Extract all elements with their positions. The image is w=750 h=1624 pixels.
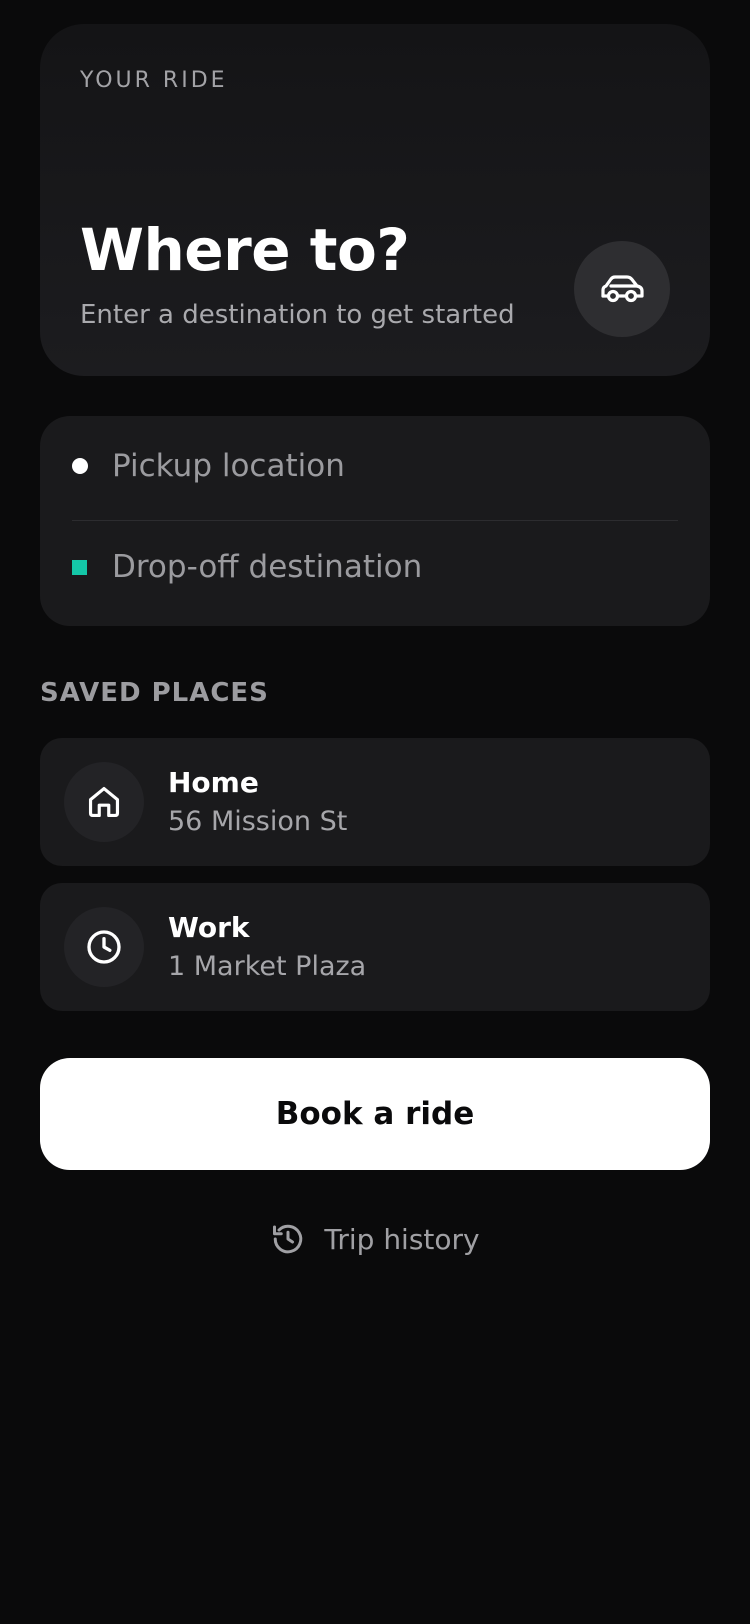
place-address: 56 Mission St bbox=[168, 806, 348, 837]
saved-place-work[interactable]: Work 1 Market Plaza bbox=[40, 883, 710, 1011]
saved-places-heading: SAVED PLACES bbox=[40, 678, 269, 708]
pickup-input[interactable]: Pickup location bbox=[112, 448, 345, 484]
dropoff-input[interactable]: Drop-off destination bbox=[112, 549, 422, 585]
trip-history-link[interactable]: Trip history bbox=[0, 1214, 750, 1264]
trip-history-label: Trip history bbox=[324, 1222, 480, 1256]
route-card: Pickup location Drop-off destination bbox=[40, 416, 710, 626]
hero-eyebrow: YOUR RIDE bbox=[80, 68, 228, 93]
place-address: 1 Market Plaza bbox=[168, 951, 367, 982]
hero-subtitle: Enter a destination to get started bbox=[80, 300, 515, 330]
pickup-field[interactable]: Pickup location bbox=[40, 416, 710, 516]
page-title: Where to? bbox=[80, 216, 410, 284]
pickup-dot-icon bbox=[72, 458, 88, 474]
hero-card: YOUR RIDE Where to? Enter a destination … bbox=[40, 24, 710, 376]
saved-place-home[interactable]: Home 56 Mission St bbox=[40, 738, 710, 866]
home-icon bbox=[88, 786, 120, 818]
home-icon-badge bbox=[64, 762, 144, 842]
dropoff-square-icon bbox=[72, 559, 87, 575]
dropoff-field[interactable]: Drop-off destination bbox=[40, 517, 710, 617]
place-name: Home bbox=[168, 766, 259, 799]
place-name: Work bbox=[168, 911, 250, 944]
book-ride-button[interactable]: Book a ride bbox=[40, 1058, 710, 1170]
clock-icon-badge bbox=[64, 907, 144, 987]
car-icon bbox=[601, 275, 644, 303]
car-badge bbox=[574, 241, 670, 337]
history-icon bbox=[273, 1224, 303, 1254]
clock-icon bbox=[87, 930, 121, 964]
